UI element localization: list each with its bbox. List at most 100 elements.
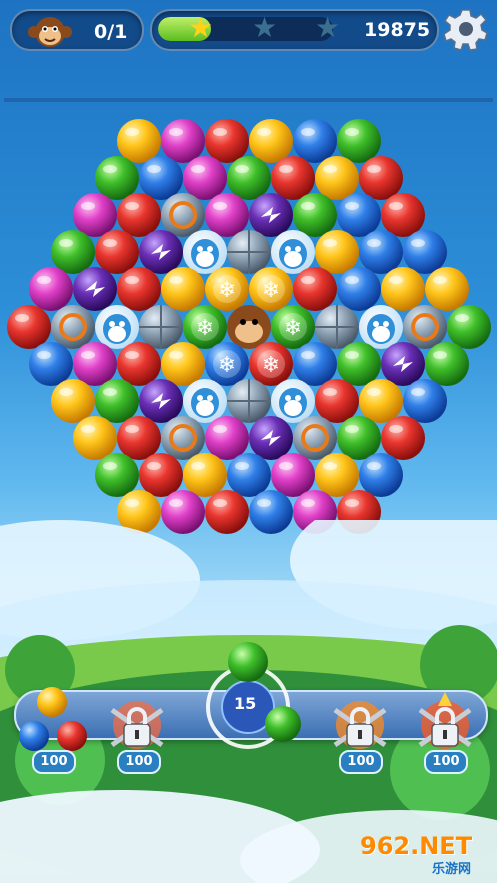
bubble-yellow — [183, 453, 227, 497]
bubble-board: ❄ ❄❄ ❄❄ ❄ — [7, 119, 491, 534]
booster-count-2: 100 — [117, 750, 161, 774]
snowflake-bubble-icon: ❄ — [183, 305, 227, 349]
bubble-blue — [293, 342, 337, 386]
bubble-blue — [337, 267, 381, 311]
bubble-green — [337, 416, 381, 460]
snowflake-bubble-icon: ❄ — [249, 267, 293, 311]
shots-remaining: 15 — [234, 694, 257, 713]
gear-bubble-icon — [51, 305, 95, 349]
stone-bubble-icon — [227, 379, 271, 423]
bubble-yellow — [315, 453, 359, 497]
color-swap-booster-icon[interactable] — [19, 687, 87, 751]
bubble-blue — [293, 119, 337, 163]
stone-bubble-icon — [227, 230, 271, 274]
lightning-bubble-icon — [249, 416, 293, 460]
bubble-green — [337, 342, 381, 386]
bubble-red — [205, 119, 249, 163]
watermark-text: 962.NET — [360, 832, 473, 860]
bubble-yellow — [381, 267, 425, 311]
bubble-pink — [161, 119, 205, 163]
bubble-blue — [139, 156, 183, 200]
penguin-bubble-icon — [95, 305, 139, 349]
bubble-red — [139, 453, 183, 497]
bubble-blue — [359, 453, 403, 497]
bubble-red — [315, 379, 359, 423]
star-icon-3: ★ — [315, 11, 341, 44]
snowflake-bubble-icon: ❄ — [205, 267, 249, 311]
penguin-bubble-icon — [183, 379, 227, 423]
gear-bubble-icon — [403, 305, 447, 349]
bubble-pink — [73, 342, 117, 386]
top-hud: 0/1 ★ ★ ★ 19875 — [0, 0, 497, 60]
svg-text:❄: ❄ — [284, 316, 302, 341]
lightning-bubble-icon — [73, 267, 117, 311]
next-bubble[interactable] — [265, 706, 301, 742]
bubble-red — [117, 416, 161, 460]
watermark-subtext: 乐游网 — [432, 862, 472, 877]
score-value: 19875 — [364, 19, 431, 41]
moves-counter: 0/1 — [94, 21, 128, 43]
bubble-pink — [205, 416, 249, 460]
bubble-green — [293, 193, 337, 237]
snowflake-bubble-icon: ❄ — [271, 305, 315, 349]
stone-bubble-icon — [139, 305, 183, 349]
bubble-red — [117, 267, 161, 311]
penguin-bubble-icon — [183, 230, 227, 274]
booster-count-1: 100 — [32, 750, 76, 774]
bubble-red — [293, 267, 337, 311]
bomb-booster-lock-icon[interactable] — [418, 692, 472, 749]
current-bubble[interactable] — [228, 642, 268, 682]
svg-text:❄: ❄ — [196, 316, 214, 341]
bubble-red — [381, 193, 425, 237]
bubble-blue — [29, 342, 73, 386]
stone-bubble-icon — [315, 305, 359, 349]
bubble-pink — [183, 156, 227, 200]
bubble-pink — [73, 193, 117, 237]
lightning-bubble-icon — [249, 193, 293, 237]
bubble-pink — [271, 453, 315, 497]
bubble-green — [227, 156, 271, 200]
lightning-bubble-icon — [139, 230, 183, 274]
bubble-red — [359, 156, 403, 200]
bubble-blue — [359, 230, 403, 274]
bubble-green — [337, 119, 381, 163]
bubble-yellow — [117, 119, 161, 163]
bubble-green — [51, 230, 95, 274]
bubble-yellow — [249, 119, 293, 163]
svg-text:❄: ❄ — [218, 353, 236, 378]
penguin-bubble-icon — [271, 379, 315, 423]
bubble-yellow — [161, 267, 205, 311]
snowflake-bubble-icon: ❄ — [205, 342, 249, 386]
bubble-pink — [205, 193, 249, 237]
bubble-blue — [227, 453, 271, 497]
booster-count-4: 100 — [424, 750, 468, 774]
bubble-red — [381, 416, 425, 460]
bubble-red — [95, 230, 139, 274]
watermark-logo: 962.NET 乐游网 — [360, 832, 490, 877]
svg-text:❄: ❄ — [218, 278, 236, 303]
bubble-yellow — [51, 379, 95, 423]
moves-panel: 0/1 — [10, 9, 144, 51]
lightning-bubble-icon — [139, 379, 183, 423]
monkey-icon — [28, 17, 72, 47]
bubble-yellow — [425, 267, 469, 311]
bubble-pink — [29, 267, 73, 311]
bubble-red — [117, 342, 161, 386]
svg-text:❄: ❄ — [262, 353, 280, 378]
bubble-yellow — [161, 342, 205, 386]
svg-text:❄: ❄ — [262, 278, 280, 303]
bubble-green — [447, 305, 491, 349]
score-panel: ★ ★ ★ 19875 — [150, 9, 439, 51]
bubble-yellow — [315, 230, 359, 274]
monkey-center-icon — [227, 305, 271, 349]
bubble-red — [271, 156, 315, 200]
rainbow-booster-lock-icon[interactable] — [110, 701, 164, 749]
penguin-bubble-icon — [271, 230, 315, 274]
settings-gear-icon[interactable] — [444, 7, 488, 51]
snowflake-bubble-icon: ❄ — [249, 342, 293, 386]
bubble-yellow — [315, 156, 359, 200]
bubble-blue — [403, 379, 447, 423]
fire-booster-lock-icon[interactable] — [333, 701, 387, 749]
penguin-bubble-icon — [359, 305, 403, 349]
bubble-blue — [337, 193, 381, 237]
